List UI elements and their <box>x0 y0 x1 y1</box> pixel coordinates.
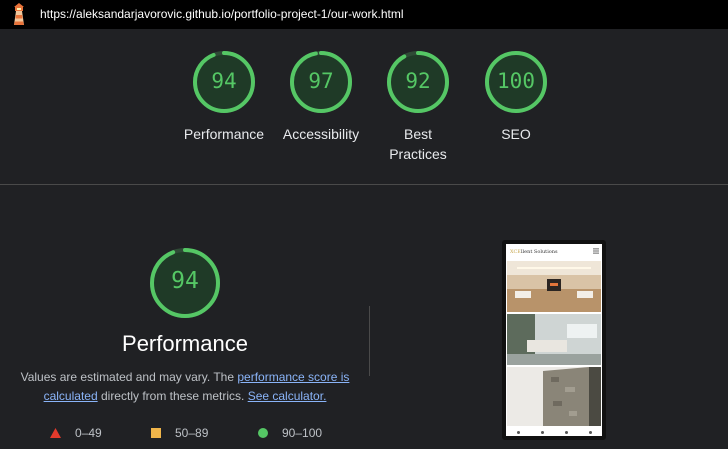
vertical-divider <box>369 306 370 376</box>
gauge-best-practices[interactable]: 92 Best Practices <box>363 49 473 164</box>
interior-photo-1 <box>507 261 601 312</box>
desc-text: Values are estimated and may vary. The <box>20 370 238 384</box>
legend-label: 90–100 <box>282 426 323 440</box>
site-logo-text: XCEllent Solutions <box>510 249 558 255</box>
legend-average: 50–89 <box>151 426 208 440</box>
desc-text: directly from these metrics. <box>97 389 248 403</box>
legend-label: 0–49 <box>75 426 102 440</box>
legend-label: 50–89 <box>175 426 209 440</box>
site-footer <box>506 428 602 436</box>
gauge-score: 97 <box>308 69 334 93</box>
circle-icon <box>258 428 268 438</box>
see-calculator-link[interactable]: See calculator. <box>248 389 327 403</box>
final-screenshot[interactable]: XCEllent Solutions <box>502 240 606 440</box>
gauge-score: 92 <box>405 69 431 93</box>
square-icon <box>151 428 161 438</box>
screenshot-screen: XCEllent Solutions <box>506 244 602 436</box>
interior-photo-2 <box>507 314 601 365</box>
gauge-accessibility[interactable]: 97 Accessibility <box>266 49 376 144</box>
url-bar: https://aleksandarjavorovic.github.io/po… <box>0 0 728 29</box>
section-divider <box>0 184 728 185</box>
legend-pass: 90–100 <box>258 426 322 440</box>
hamburger-menu-icon <box>593 248 599 254</box>
lighthouse-icon <box>14 3 24 25</box>
triangle-icon <box>50 428 61 438</box>
performance-score: 94 <box>171 268 199 294</box>
interior-photo-3 <box>507 367 601 426</box>
site-logo-accent: XCE <box>510 249 521 255</box>
gauge-label: Best Practices <box>389 126 447 162</box>
page-url[interactable]: https://aleksandarjavorovic.github.io/po… <box>40 7 404 21</box>
legend-fail: 0–49 <box>50 426 102 440</box>
performance-title: Performance <box>122 331 248 356</box>
gauge-score: 100 <box>497 69 535 93</box>
site-logo-rest: llent Solutions <box>520 249 558 255</box>
site-header: XCEllent Solutions <box>506 244 602 260</box>
gauge-seo[interactable]: 100 SEO <box>461 49 571 144</box>
instagram-icon <box>564 430 568 434</box>
gauge-label: SEO <box>501 126 531 142</box>
gauge-label: Performance <box>183 126 265 142</box>
gauge-performance[interactable]: 94 Performance <box>169 49 279 144</box>
score-gauges: 94 Performance 97 Accessibility 92 Best … <box>0 29 728 184</box>
facebook-icon <box>516 430 520 434</box>
gauge-label: Accessibility <box>282 126 360 142</box>
gauge-score: 94 <box>211 69 237 93</box>
twitter-icon <box>540 430 544 434</box>
youtube-icon <box>588 430 592 434</box>
performance-description: Values are estimated and may vary. The p… <box>20 368 350 406</box>
